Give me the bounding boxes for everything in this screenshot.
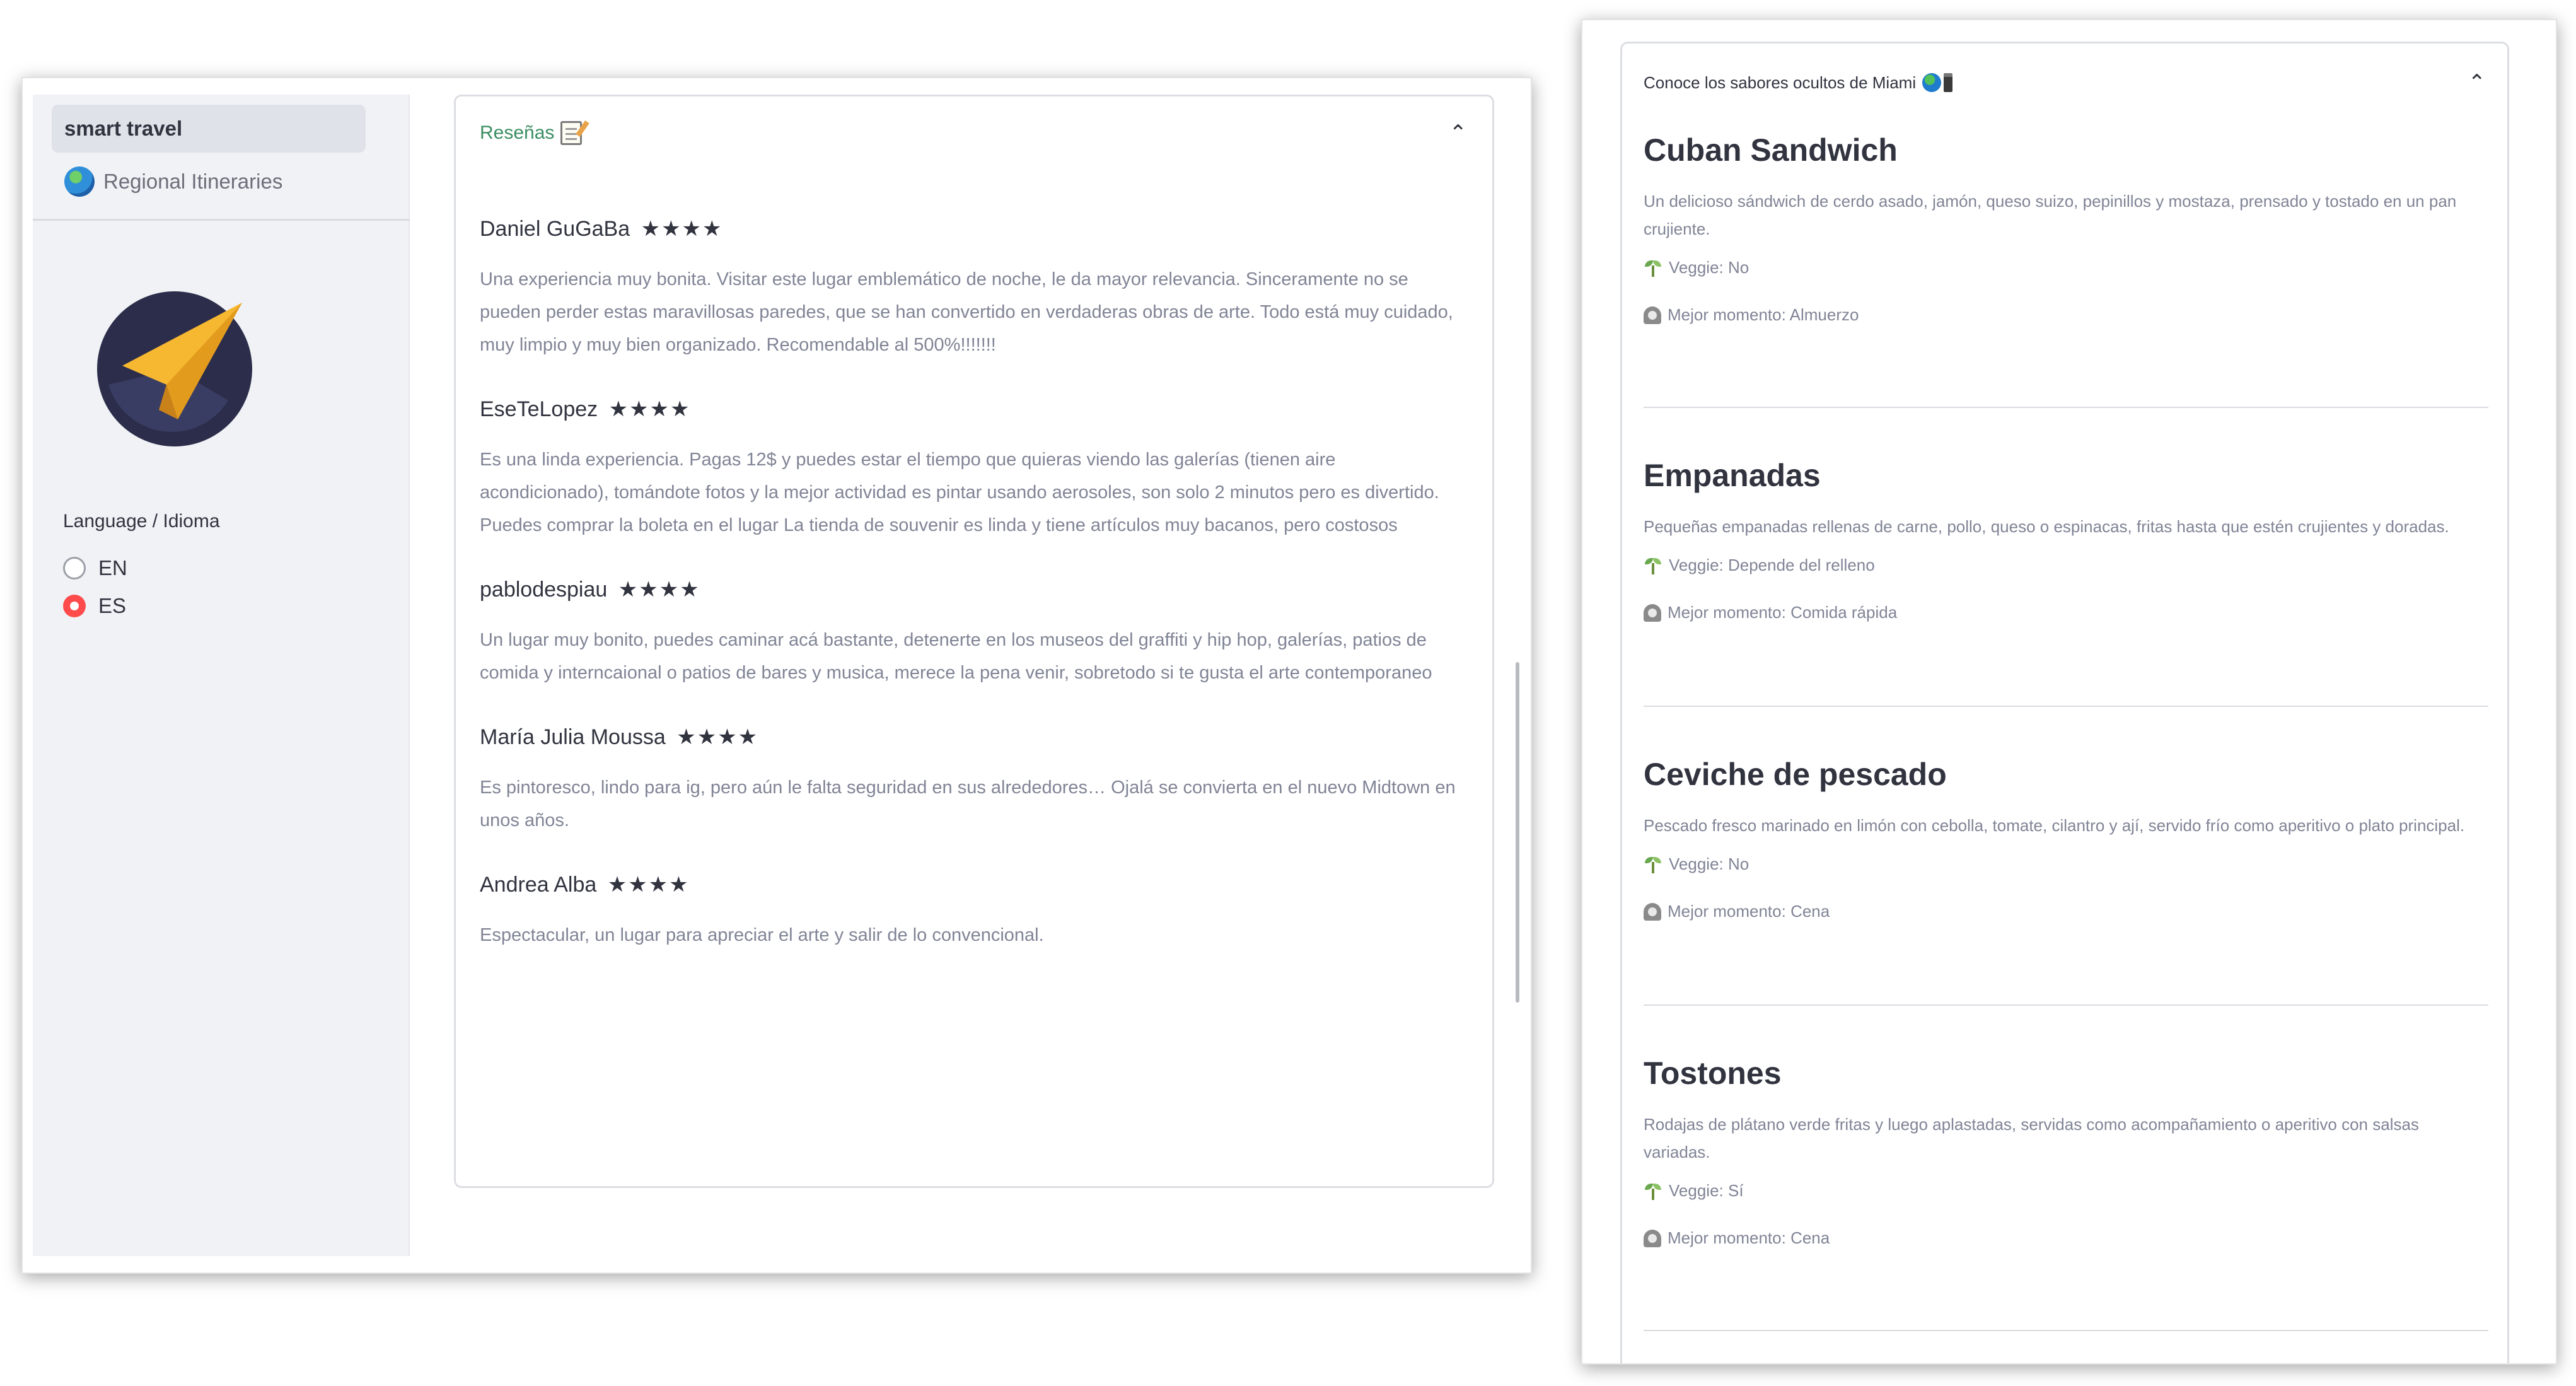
- review-item: María Julia Moussa ★★★★ Es pintoresco, l…: [480, 725, 1463, 837]
- reviews-title: Reseñas: [480, 121, 583, 145]
- review-header: pablodespiau ★★★★: [480, 577, 1463, 602]
- review-header: Andrea Alba ★★★★: [480, 872, 1463, 897]
- memo-icon: [560, 121, 583, 145]
- divider: [1644, 1330, 2488, 1331]
- dish-best-time: Mejor momento: Almuerzo: [1644, 305, 2488, 325]
- review-text: Espectacular, un lugar para apreciar el …: [480, 925, 1044, 945]
- sidebar-item-smart-travel[interactable]: smart travel: [52, 105, 366, 153]
- globe-icon: [1922, 73, 1942, 92]
- sprout-icon: [1644, 557, 1662, 574]
- veggie-text: Veggie: No: [1669, 854, 1749, 873]
- dish-veggie: Veggie: No: [1644, 854, 2488, 874]
- best-time-text: Mejor momento: Comida rápida: [1668, 603, 1898, 622]
- dish-best-time: Mejor momento: Cena: [1644, 1228, 2488, 1248]
- globe-icon: [64, 166, 95, 197]
- sidebar-item-regional-itineraries[interactable]: Regional Itineraries: [52, 158, 366, 206]
- dish-best-time: Mejor momento: Cena: [1644, 902, 2488, 921]
- divider: [1644, 1005, 2488, 1006]
- review-text: Una experiencia muy bonita. Visitar este…: [480, 269, 1453, 355]
- bell-icon: [1644, 902, 1661, 921]
- dish-best-time: Mejor momento: Comida rápida: [1644, 603, 2488, 622]
- language-option-en[interactable]: EN: [63, 556, 127, 580]
- dish-card: Tostones Rodajas de plátano verde fritas…: [1644, 1055, 2488, 1276]
- star-rating: ★★★★: [676, 725, 759, 749]
- flavors-title-text: Conoce los sabores ocultos de Miami: [1644, 73, 1917, 92]
- veggie-text: Veggie: Depende del relleno: [1669, 556, 1875, 574]
- radio-unchecked-icon[interactable]: [63, 557, 86, 579]
- main-content: Reseñas ⌃ Daniel GuGaBa ★★★★ Una experie…: [410, 95, 1523, 1256]
- dish-name: Empanadas: [1644, 458, 1821, 493]
- dish-card: Empanadas Pequeñas empanadas rellenas de…: [1644, 457, 2488, 650]
- sidebar-item-label: Regional Itineraries: [103, 170, 283, 193]
- best-time-text: Mejor momento: Cena: [1668, 902, 1830, 921]
- dish-card: Cuban Sandwich Un delicioso sándwich de …: [1644, 132, 2488, 352]
- veggie-text: Veggie: No: [1669, 258, 1749, 277]
- best-time-text: Mejor momento: Almuerzo: [1668, 305, 1859, 324]
- dish-description: Un delicioso sándwich de cerdo asado, ja…: [1644, 192, 2457, 238]
- reviews-expander: Reseñas ⌃ Daniel GuGaBa ★★★★ Una experie…: [454, 95, 1494, 1188]
- scrollbar[interactable]: [1516, 662, 1519, 1003]
- review-item: EseTeLopez ★★★★ Es una linda experiencia…: [480, 397, 1463, 542]
- sidebar-nav: smart travel Regional Itineraries: [33, 95, 410, 221]
- bell-icon: [1644, 306, 1661, 324]
- chevron-up-icon[interactable]: ⌃: [2468, 70, 2486, 95]
- best-time-text: Mejor momento: Cena: [1668, 1228, 1830, 1247]
- dish-description: Rodajas de plátano verde fritas y luego …: [1644, 1115, 2419, 1162]
- language-label: Language / Idioma: [63, 511, 220, 532]
- dish-name: Ceviche de pescado: [1644, 757, 1947, 792]
- veggie-text: Veggie: Sí: [1669, 1181, 1744, 1200]
- dish-description: Pequeñas empanadas rellenas de carne, po…: [1644, 517, 2449, 536]
- paper-plane-logo: [96, 290, 253, 448]
- review-author: EseTeLopez: [480, 397, 598, 421]
- review-text: Es pintoresco, lindo para ig, pero aún l…: [480, 777, 1456, 830]
- radio-label: EN: [98, 556, 127, 579]
- flavors-expander: Conoce los sabores ocultos de Miami ⌃ Cu…: [1620, 42, 2509, 1363]
- review-text: Un lugar muy bonito, puedes caminar acá …: [480, 630, 1432, 683]
- review-author: María Julia Moussa: [480, 725, 666, 749]
- sidebar: smart travel Regional Itineraries Langua…: [33, 95, 410, 1256]
- divider: [1644, 407, 2488, 408]
- radio-checked-icon[interactable]: [63, 595, 86, 617]
- sidebar-item-label: smart travel: [64, 117, 183, 140]
- review-header: María Julia Moussa ★★★★: [480, 725, 1463, 750]
- dish-veggie: Veggie: Sí: [1644, 1181, 2488, 1201]
- reviews-expander-header[interactable]: Reseñas ⌃: [480, 117, 1467, 149]
- review-author: Andrea Alba: [480, 873, 597, 897]
- review-text: Es una linda experiencia. Pagas 12$ y pu…: [480, 450, 1439, 535]
- language-option-es[interactable]: ES: [63, 594, 126, 618]
- right-window: Conoce los sabores ocultos de Miami ⌃ Cu…: [1581, 19, 2557, 1365]
- cup-icon: [1944, 73, 1953, 92]
- dish-name: Tostones: [1644, 1056, 1782, 1091]
- review-item: Daniel GuGaBa ★★★★ Una experiencia muy b…: [480, 216, 1463, 361]
- dish-card: Ceviche de pescado Pescado fresco marina…: [1644, 756, 2488, 949]
- review-item: pablodespiau ★★★★ Un lugar muy bonito, p…: [480, 577, 1463, 689]
- star-rating: ★★★★: [607, 873, 690, 897]
- review-header: EseTeLopez ★★★★: [480, 397, 1463, 422]
- dish-name: Cuban Sandwich: [1644, 132, 1898, 168]
- dish-description: Pescado fresco marinado en limón con ceb…: [1644, 816, 2465, 835]
- left-window: smart travel Regional Itineraries Langua…: [21, 77, 1532, 1274]
- flavors-title: Conoce los sabores ocultos de Miami: [1644, 73, 1953, 93]
- review-author: Daniel GuGaBa: [480, 217, 630, 241]
- reviews-title-text: Reseñas: [480, 122, 555, 143]
- star-rating: ★★★★: [641, 217, 723, 241]
- dish-veggie: Veggie: No: [1644, 258, 2488, 277]
- reviews-list: Daniel GuGaBa ★★★★ Una experiencia muy b…: [480, 216, 1463, 987]
- review-header: Daniel GuGaBa ★★★★: [480, 216, 1463, 242]
- bell-icon: [1644, 1229, 1661, 1247]
- dish-veggie: Veggie: Depende del relleno: [1644, 556, 2488, 575]
- review-author: pablodespiau: [480, 578, 608, 602]
- divider: [1644, 706, 2488, 707]
- sprout-icon: [1644, 1182, 1662, 1200]
- chevron-up-icon[interactable]: ⌃: [1449, 120, 1468, 146]
- flavors-expander-header[interactable]: Conoce los sabores ocultos de Miami ⌃: [1644, 69, 2486, 96]
- radio-label: ES: [98, 594, 127, 617]
- star-rating: ★★★★: [608, 397, 691, 421]
- review-item: Andrea Alba ★★★★ Espectacular, un lugar …: [480, 872, 1463, 952]
- bell-icon: [1644, 603, 1661, 622]
- star-rating: ★★★★: [618, 578, 700, 602]
- sprout-icon: [1644, 856, 1662, 873]
- sprout-icon: [1644, 259, 1662, 277]
